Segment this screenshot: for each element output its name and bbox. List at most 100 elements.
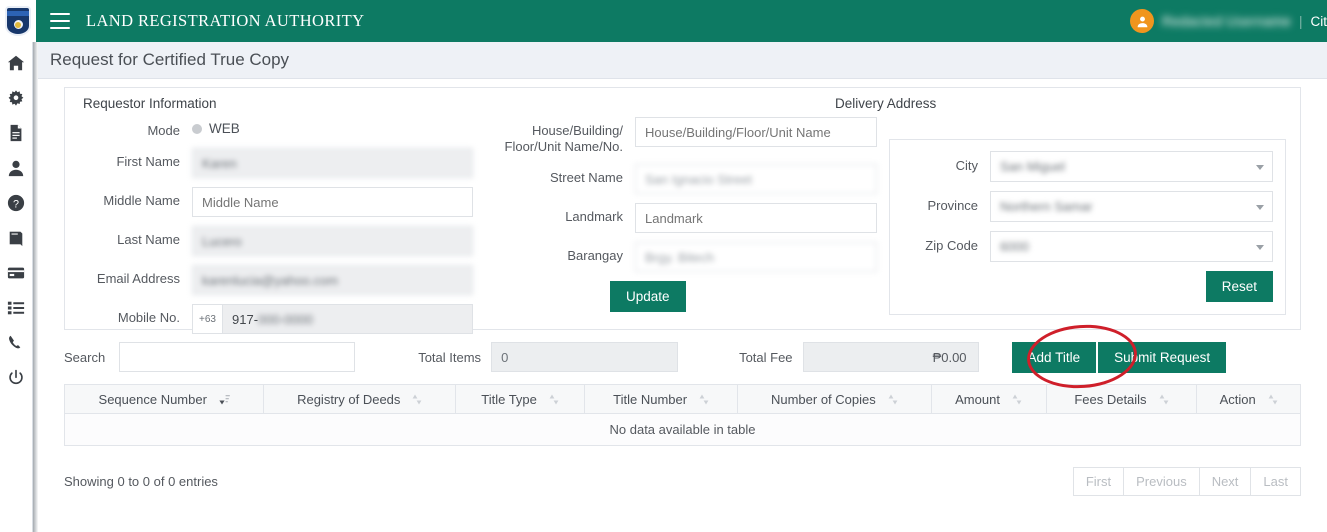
city-value: San Miguel (1000, 159, 1066, 174)
search-label: Search (64, 349, 106, 365)
mode-label: Mode (147, 123, 180, 138)
avatar[interactable] (1130, 9, 1155, 33)
sidebar-item-book[interactable] (6, 228, 26, 248)
total-fee-value: ₱0.00 (802, 342, 979, 372)
barangay-row: Barangay (485, 242, 878, 272)
citizen-link[interactable]: Cit (1311, 14, 1327, 29)
email-label: Email Address (96, 271, 180, 286)
sidebar-item-gear[interactable] (6, 88, 26, 108)
svg-text:?: ? (13, 199, 19, 211)
showing-entries-label: Showing 0 to 0 of 0 entries (64, 473, 218, 489)
sort-icon[interactable] (1159, 393, 1169, 406)
empty-table-message: No data available in table (64, 413, 1301, 446)
column-label: Action (1219, 391, 1256, 407)
city-row: City San Miguel (902, 151, 1273, 182)
province-select[interactable]: Northern Samar (990, 191, 1273, 222)
first-name-row: First Name (79, 148, 473, 178)
sidebar-item-home[interactable] (6, 53, 26, 73)
page-header: Request for Certified True Copy (38, 42, 1327, 79)
sidebar-item-user[interactable] (6, 158, 26, 178)
pagination-first-button[interactable]: First (1072, 466, 1125, 496)
last-name-row: Last Name (79, 226, 473, 256)
zip-code-label: Zip Code (925, 238, 979, 253)
username-label: Redacted Username (1162, 13, 1291, 29)
sidebar-item-document[interactable] (6, 123, 26, 143)
column-header-title-type[interactable]: Title Type (454, 384, 586, 414)
delivery-address-box: City San Miguel Province Northern Samar … (889, 139, 1286, 315)
column-header-fees-details[interactable]: Fees Details (1045, 384, 1198, 414)
sort-icon[interactable] (1268, 393, 1278, 406)
mode-radio[interactable] (192, 123, 202, 134)
province-value: Northern Samar (1000, 199, 1093, 214)
submit-request-button[interactable]: Submit Request (1098, 341, 1227, 373)
column-label: Title Number (613, 391, 688, 407)
user-area: Redacted Username | Cit (1130, 9, 1327, 33)
landmark-row: Landmark (485, 203, 878, 233)
sort-icon[interactable] (549, 393, 559, 406)
sort-icon[interactable] (888, 393, 898, 406)
column-label: Fees Details (1074, 391, 1147, 407)
column-header-registry-of-deeds[interactable]: Registry of Deeds (263, 384, 456, 414)
middle-name-label: Middle Name (103, 193, 180, 208)
search-input[interactable] (119, 342, 356, 372)
requestor-panel: Requestor Information Delivery Address M… (64, 87, 1301, 334)
sort-icon[interactable] (699, 393, 709, 406)
column-header-title-number[interactable]: Title Number (584, 384, 739, 414)
top-navbar: LAND REGISTRATION AUTHORITY Redacted Use… (0, 0, 1327, 42)
delivery-column: City San Miguel Province Northern Samar … (877, 117, 1286, 343)
column-header-amount[interactable]: Amount (930, 384, 1047, 414)
pagination-next-button[interactable]: Next (1198, 466, 1252, 496)
sidebar-item-question[interactable]: ? (6, 193, 26, 213)
email-field[interactable] (192, 265, 473, 295)
menu-toggle-icon[interactable] (50, 13, 70, 29)
mobile-hidden-part: 000-0000 (258, 311, 313, 327)
province-row: Province Northern Samar (902, 191, 1273, 222)
barangay-input[interactable] (635, 242, 878, 272)
house-label: House/Building/ Floor/Unit Name/No. (504, 123, 623, 154)
sort-icon[interactable] (1012, 393, 1022, 406)
sort-icon[interactable] (412, 393, 422, 406)
column-label: Registry of Deeds (297, 391, 401, 407)
pagination: First Previous Next Last (1072, 466, 1301, 496)
city-select[interactable]: San Miguel (990, 151, 1273, 182)
first-name-input[interactable] (192, 148, 473, 178)
sidebar-item-card[interactable] (6, 263, 26, 283)
sidebar-item-list[interactable] (6, 298, 26, 318)
mode-value: WEB (209, 121, 240, 136)
middle-name-row: Middle Name (79, 187, 473, 217)
house-building-input[interactable] (635, 117, 878, 147)
app-logo (0, 0, 36, 42)
landmark-label: Landmark (565, 209, 623, 224)
zip-code-select[interactable]: 6000 (990, 231, 1273, 262)
middle-name-input[interactable] (192, 187, 473, 217)
sidebar-item-power[interactable] (6, 368, 26, 388)
column-header-action[interactable]: Action (1196, 384, 1301, 414)
brand-title: LAND REGISTRATION AUTHORITY (86, 11, 365, 30)
column-label: Title Type (481, 391, 537, 407)
delivery-section-title: Delivery Address (835, 96, 937, 111)
mobile-visible-part: 917- (232, 311, 259, 327)
requestor-section-title: Requestor Information (83, 96, 217, 111)
add-title-button[interactable]: Add Title (1011, 341, 1097, 373)
page-title: Request for Certified True Copy (50, 50, 290, 69)
mode-row: Mode WEB (79, 117, 473, 139)
column-header-number-of-copies[interactable]: Number of Copies (737, 384, 932, 414)
sidebar-item-phone[interactable] (6, 333, 26, 353)
landmark-input[interactable] (635, 203, 878, 233)
chevron-down-icon (1255, 164, 1264, 170)
pagination-previous-button[interactable]: Previous (1123, 466, 1200, 496)
house-row: House/Building/ Floor/Unit Name/No. (485, 117, 878, 155)
requests-table: Sequence Number Registry of Deeds Title … (63, 384, 1301, 446)
column-header-sequence-number[interactable]: Sequence Number (63, 384, 265, 414)
last-name-input[interactable] (192, 226, 473, 256)
street-name-input[interactable] (635, 164, 878, 194)
column-label: Number of Copies (770, 391, 876, 407)
pagination-last-button[interactable]: Last (1250, 466, 1301, 496)
street-row: Street Name (485, 164, 878, 194)
sort-desc-icon[interactable] (219, 393, 230, 406)
reset-button[interactable]: Reset (1205, 271, 1273, 302)
shield-icon (5, 6, 31, 36)
header-separator: | (1298, 13, 1303, 29)
update-button[interactable]: Update (610, 281, 686, 312)
column-label: Sequence Number (98, 391, 207, 407)
